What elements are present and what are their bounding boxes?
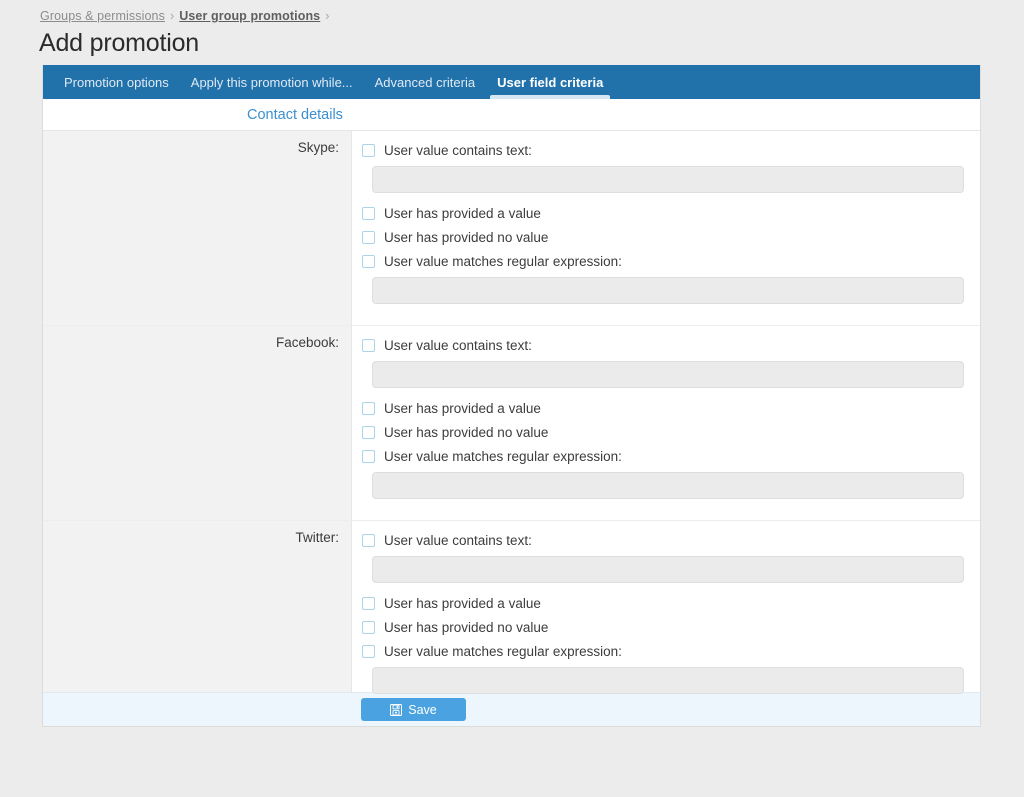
checkbox-row-skype-no-value[interactable]: User has provided no value: [362, 226, 970, 249]
checkbox-skype-contains-text[interactable]: [362, 144, 375, 157]
input-facebook-contains-text[interactable]: [372, 361, 964, 388]
checkbox-label: User has provided a value: [384, 402, 541, 416]
checkbox-label: User value matches regular expression:: [384, 255, 622, 269]
checkbox-skype-no-value[interactable]: [362, 231, 375, 244]
checkbox-facebook-has-value[interactable]: [362, 402, 375, 415]
tab-promotion-options[interactable]: Promotion options: [53, 65, 180, 99]
field-control-facebook: User value contains text: User has provi…: [352, 325, 980, 520]
field-row-twitter: Twitter: User value contains text: User …: [43, 520, 980, 715]
tab-advanced-criteria[interactable]: Advanced criteria: [364, 65, 486, 99]
section-title: Contact details: [43, 107, 343, 123]
tab-apply-this-promotion-while[interactable]: Apply this promotion while...: [180, 65, 364, 99]
section-header-contact-details: Contact details: [43, 99, 980, 131]
field-row-skype: Skype: User value contains text: User ha…: [43, 131, 980, 325]
checkbox-row-twitter-has-value[interactable]: User has provided a value: [362, 592, 970, 615]
checkbox-row-skype-has-value[interactable]: User has provided a value: [362, 202, 970, 225]
checkbox-row-facebook-has-value[interactable]: User has provided a value: [362, 397, 970, 420]
checkbox-row-skype-regex[interactable]: User value matches regular expression:: [362, 250, 970, 273]
input-twitter-regex[interactable]: [372, 667, 964, 694]
field-label-facebook: Facebook:: [43, 325, 352, 520]
checkbox-facebook-regex[interactable]: [362, 450, 375, 463]
breadcrumb-separator: ›: [170, 9, 174, 23]
input-twitter-contains-text[interactable]: [372, 556, 964, 583]
input-skype-regex[interactable]: [372, 277, 964, 304]
checkbox-row-twitter-no-value[interactable]: User has provided no value: [362, 616, 970, 639]
checkbox-label: User has provided a value: [384, 207, 541, 221]
tab-user-field-criteria[interactable]: User field criteria: [486, 65, 614, 99]
checkbox-row-twitter-contains-text[interactable]: User value contains text:: [362, 529, 970, 552]
checkbox-skype-regex[interactable]: [362, 255, 375, 268]
promotion-form-panel: Promotion options Apply this promotion w…: [42, 65, 981, 727]
checkbox-row-facebook-regex[interactable]: User value matches regular expression:: [362, 445, 970, 468]
tab-label: Promotion options: [64, 75, 169, 90]
breadcrumb-item-groups-permissions[interactable]: Groups & permissions: [40, 9, 165, 23]
tab-label: Advanced criteria: [375, 75, 475, 90]
form-body: Skype: User value contains text: User ha…: [43, 131, 980, 692]
breadcrumb: Groups & permissions › User group promotio…: [40, 9, 335, 23]
breadcrumb-separator-trailing: ›: [325, 9, 329, 23]
tab-bar: Promotion options Apply this promotion w…: [43, 65, 980, 99]
checkbox-label: User value contains text:: [384, 339, 532, 353]
checkbox-label: User value matches regular expression:: [384, 645, 622, 659]
field-control-twitter: User value contains text: User has provi…: [352, 520, 980, 715]
input-facebook-regex[interactable]: [372, 472, 964, 499]
checkbox-row-skype-contains-text[interactable]: User value contains text:: [362, 139, 970, 162]
tab-label: User field criteria: [497, 75, 603, 90]
checkbox-row-twitter-regex[interactable]: User value matches regular expression:: [362, 640, 970, 663]
checkbox-twitter-regex[interactable]: [362, 645, 375, 658]
checkbox-facebook-no-value[interactable]: [362, 426, 375, 439]
checkbox-twitter-no-value[interactable]: [362, 621, 375, 634]
checkbox-label: User has provided no value: [384, 426, 548, 440]
page-title: Add promotion: [39, 29, 199, 58]
checkbox-twitter-contains-text[interactable]: [362, 534, 375, 547]
field-label-twitter: Twitter:: [43, 520, 352, 715]
input-skype-contains-text[interactable]: [372, 166, 964, 193]
checkbox-row-facebook-contains-text[interactable]: User value contains text:: [362, 334, 970, 357]
tab-label: Apply this promotion while...: [191, 75, 353, 90]
field-row-facebook: Facebook: User value contains text: User…: [43, 325, 980, 520]
checkbox-label: User has provided no value: [384, 621, 548, 635]
field-label-skype: Skype:: [43, 131, 352, 325]
checkbox-facebook-contains-text[interactable]: [362, 339, 375, 352]
breadcrumb-item-user-group-promotions[interactable]: User group promotions: [179, 9, 320, 23]
field-control-skype: User value contains text: User has provi…: [352, 131, 980, 325]
checkbox-label: User value contains text:: [384, 144, 532, 158]
checkbox-twitter-has-value[interactable]: [362, 597, 375, 610]
checkbox-label: User has provided no value: [384, 231, 548, 245]
checkbox-label: User value matches regular expression:: [384, 450, 622, 464]
checkbox-row-facebook-no-value[interactable]: User has provided no value: [362, 421, 970, 444]
checkbox-skype-has-value[interactable]: [362, 207, 375, 220]
checkbox-label: User has provided a value: [384, 597, 541, 611]
checkbox-label: User value contains text:: [384, 534, 532, 548]
